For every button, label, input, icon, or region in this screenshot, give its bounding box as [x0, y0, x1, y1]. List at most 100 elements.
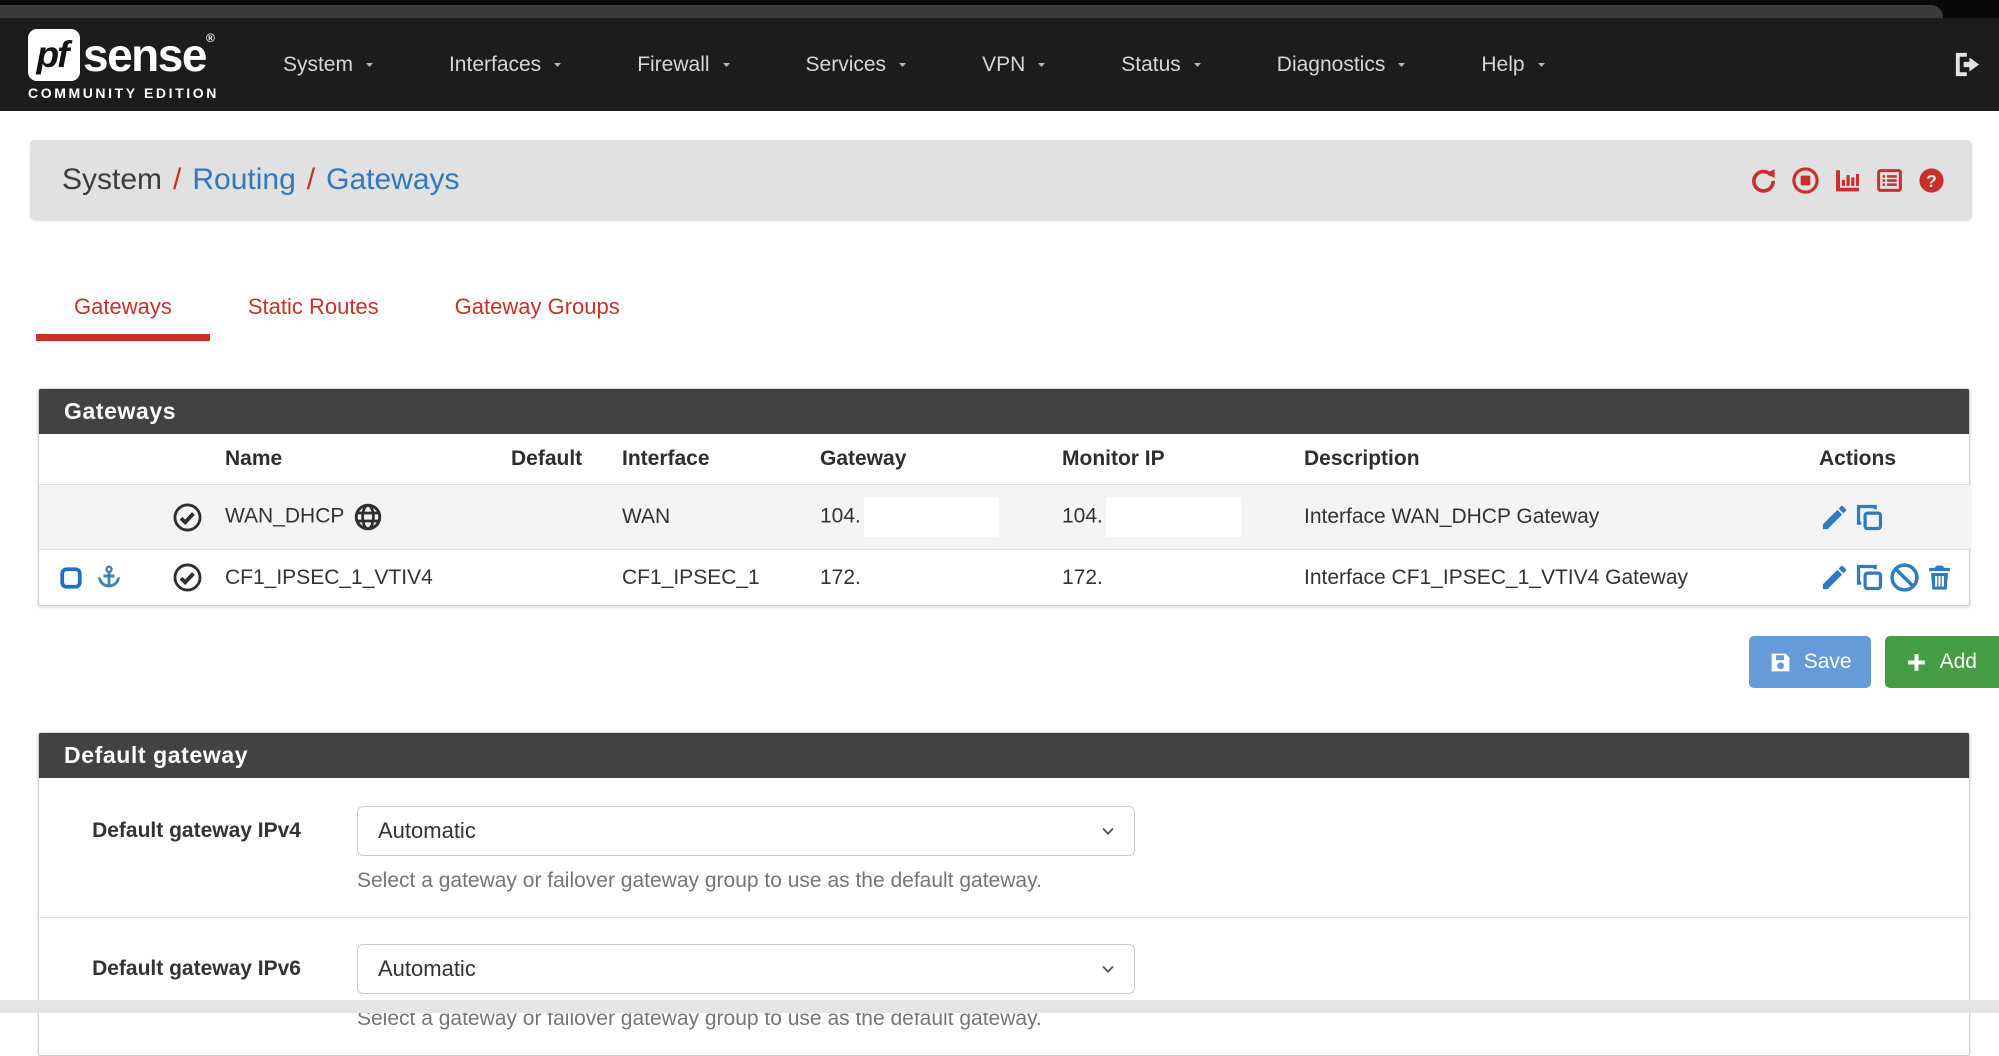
caret-down-icon — [1190, 57, 1205, 72]
gateways-panel-title: Gateways — [39, 389, 1969, 434]
sign-out-icon — [1952, 49, 1983, 80]
row-actions-cell — [1811, 550, 1971, 606]
check-circle-icon — [172, 502, 203, 533]
redaction-box — [864, 497, 999, 537]
floppy-icon — [1768, 650, 1793, 675]
gateways-table: NameDefaultInterfaceGatewayMonitor IPDes… — [39, 434, 1971, 605]
plus-icon — [1904, 650, 1929, 675]
default-gateway-ipv4-help-text: Select a gateway or failover gateway gro… — [357, 869, 1135, 893]
breadcrumb-system: System — [62, 163, 162, 196]
breadcrumb-routing[interactable]: Routing — [192, 163, 295, 196]
tab-gateway-groups[interactable]: Gateway Groups — [417, 280, 658, 341]
nav-item-services[interactable]: Services — [770, 53, 947, 77]
form-control-column: Automatic Select a gateway or failover g… — [357, 944, 1135, 1031]
stop-circle-icon[interactable] — [1791, 166, 1820, 195]
breadcrumb-separator: / — [307, 163, 315, 196]
redaction-box — [1106, 497, 1241, 537]
caret-down-icon — [550, 57, 565, 72]
form-control-column: Automatic Select a gateway or failover g… — [357, 806, 1135, 893]
square-icon — [57, 564, 85, 592]
pfsense-logo-text: sense® — [83, 32, 213, 78]
help-circle-icon[interactable] — [1917, 166, 1946, 195]
gateway-name: CF1_IPSEC_1_VTIV4 — [225, 566, 433, 589]
refresh-icon[interactable] — [1749, 166, 1778, 195]
nav-item-vpn[interactable]: VPN — [946, 53, 1085, 77]
breadcrumb-bar: System / Routing / Gateways — [30, 140, 1972, 220]
save-button[interactable]: Save — [1749, 636, 1871, 688]
form-actions-row: Save Add — [0, 636, 1999, 688]
registered-mark: ® — [206, 31, 213, 45]
table-header-row: NameDefaultInterfaceGatewayMonitor IPDes… — [39, 434, 1971, 485]
gateway-name-cell: CF1_IPSEC_1_VTIV4 — [217, 550, 503, 606]
globe-icon — [353, 502, 383, 532]
row-actions-cell — [1811, 485, 1971, 550]
gateway-row: CF1_IPSEC_1_VTIV4 CF1_IPSEC_1 172. 172. … — [39, 550, 1971, 606]
default-gateway-ipv6-select[interactable]: Automatic — [357, 944, 1135, 994]
footer-strip — [0, 1000, 1999, 1013]
bar-chart-icon[interactable] — [1833, 166, 1862, 195]
column-header-actions: Actions — [1811, 434, 1971, 485]
caret-down-icon — [1534, 57, 1549, 72]
default-cell — [503, 485, 614, 550]
window-chrome — [0, 0, 1999, 18]
nav-item-system[interactable]: System — [247, 53, 413, 77]
status-cell — [157, 550, 217, 606]
nav-item-label: Services — [806, 53, 887, 77]
form-row-default-gateway-ipv6: Default gateway IPv6 Automatic Select a … — [39, 917, 1969, 1055]
logout-icon[interactable] — [1952, 49, 1983, 80]
check-circle-icon — [172, 562, 203, 593]
tab-static-routes[interactable]: Static Routes — [210, 280, 417, 341]
monitor-ip-cell: 104. — [1054, 485, 1296, 550]
nav-item-label: Diagnostics — [1277, 53, 1386, 77]
nav-item-firewall[interactable]: Firewall — [601, 53, 769, 77]
chevron-down-icon — [1098, 821, 1118, 841]
caret-down-icon — [719, 57, 734, 72]
pfsense-logo[interactable]: pf sense® COMMUNITY EDITION — [28, 29, 219, 101]
edit-icon[interactable] — [1819, 502, 1850, 533]
default-gateway-ipv4-select[interactable]: Automatic — [357, 806, 1135, 856]
breadcrumb-separator: / — [173, 163, 181, 196]
column-header-gateway: Gateway — [812, 434, 1054, 485]
nav-item-interfaces[interactable]: Interfaces — [413, 53, 601, 77]
form-row-default-gateway-ipv4: Default gateway IPv4 Automatic Select a … — [39, 780, 1969, 917]
caret-down-icon — [895, 57, 910, 72]
default-gateway-ipv6-label: Default gateway IPv6 — [39, 944, 301, 981]
status-cell — [157, 485, 217, 550]
column-header — [39, 434, 157, 485]
gateway-row: WAN_DHCP WAN 104. 104. Interface WAN_DHC… — [39, 485, 1971, 550]
breadcrumb: System / Routing / Gateways — [62, 163, 460, 197]
nav-item-label: VPN — [982, 53, 1025, 77]
breadcrumb-gateways[interactable]: Gateways — [326, 163, 459, 196]
window-chrome-band — [0, 5, 1943, 18]
page-quick-actions — [1749, 166, 1958, 195]
default-cell — [503, 550, 614, 606]
copy-icon[interactable] — [1854, 562, 1885, 593]
nav-item-label: Status — [1121, 53, 1181, 77]
trash-icon[interactable] — [1924, 562, 1955, 593]
nav-item-help[interactable]: Help — [1445, 53, 1584, 77]
default-gateway-ipv6-selected-value: Automatic — [378, 956, 476, 982]
add-button-label: Add — [1940, 650, 1977, 674]
save-button-label: Save — [1804, 650, 1852, 674]
gateways-panel: Gateways NameDefaultInterfaceGatewayMoni… — [38, 388, 1970, 606]
description-cell: Interface CF1_IPSEC_1_VTIV4 Gateway — [1296, 550, 1811, 606]
copy-icon[interactable] — [1854, 502, 1885, 533]
nav-item-label: System — [283, 53, 353, 77]
nav-item-status[interactable]: Status — [1085, 53, 1241, 77]
gateway-name: WAN_DHCP — [225, 505, 344, 528]
default-gateway-form: Default gateway IPv4 Automatic Select a … — [39, 778, 1969, 1055]
column-header-default: Default — [503, 434, 614, 485]
pfsense-tagline: COMMUNITY EDITION — [28, 85, 219, 101]
edit-icon[interactable] — [1819, 562, 1850, 593]
tab-gateways[interactable]: Gateways — [36, 280, 210, 341]
interface-cell: CF1_IPSEC_1 — [614, 550, 812, 606]
nav-item-diagnostics[interactable]: Diagnostics — [1241, 53, 1446, 77]
ban-icon[interactable] — [1889, 562, 1920, 593]
column-header-name: Name — [217, 434, 503, 485]
list-icon[interactable] — [1875, 166, 1904, 195]
default-gateway-ipv4-label: Default gateway IPv4 — [39, 806, 301, 843]
nav-item-label: Firewall — [637, 53, 709, 77]
add-button[interactable]: Add — [1885, 636, 1999, 688]
column-header-description: Description — [1296, 434, 1811, 485]
caret-down-icon — [1034, 57, 1049, 72]
